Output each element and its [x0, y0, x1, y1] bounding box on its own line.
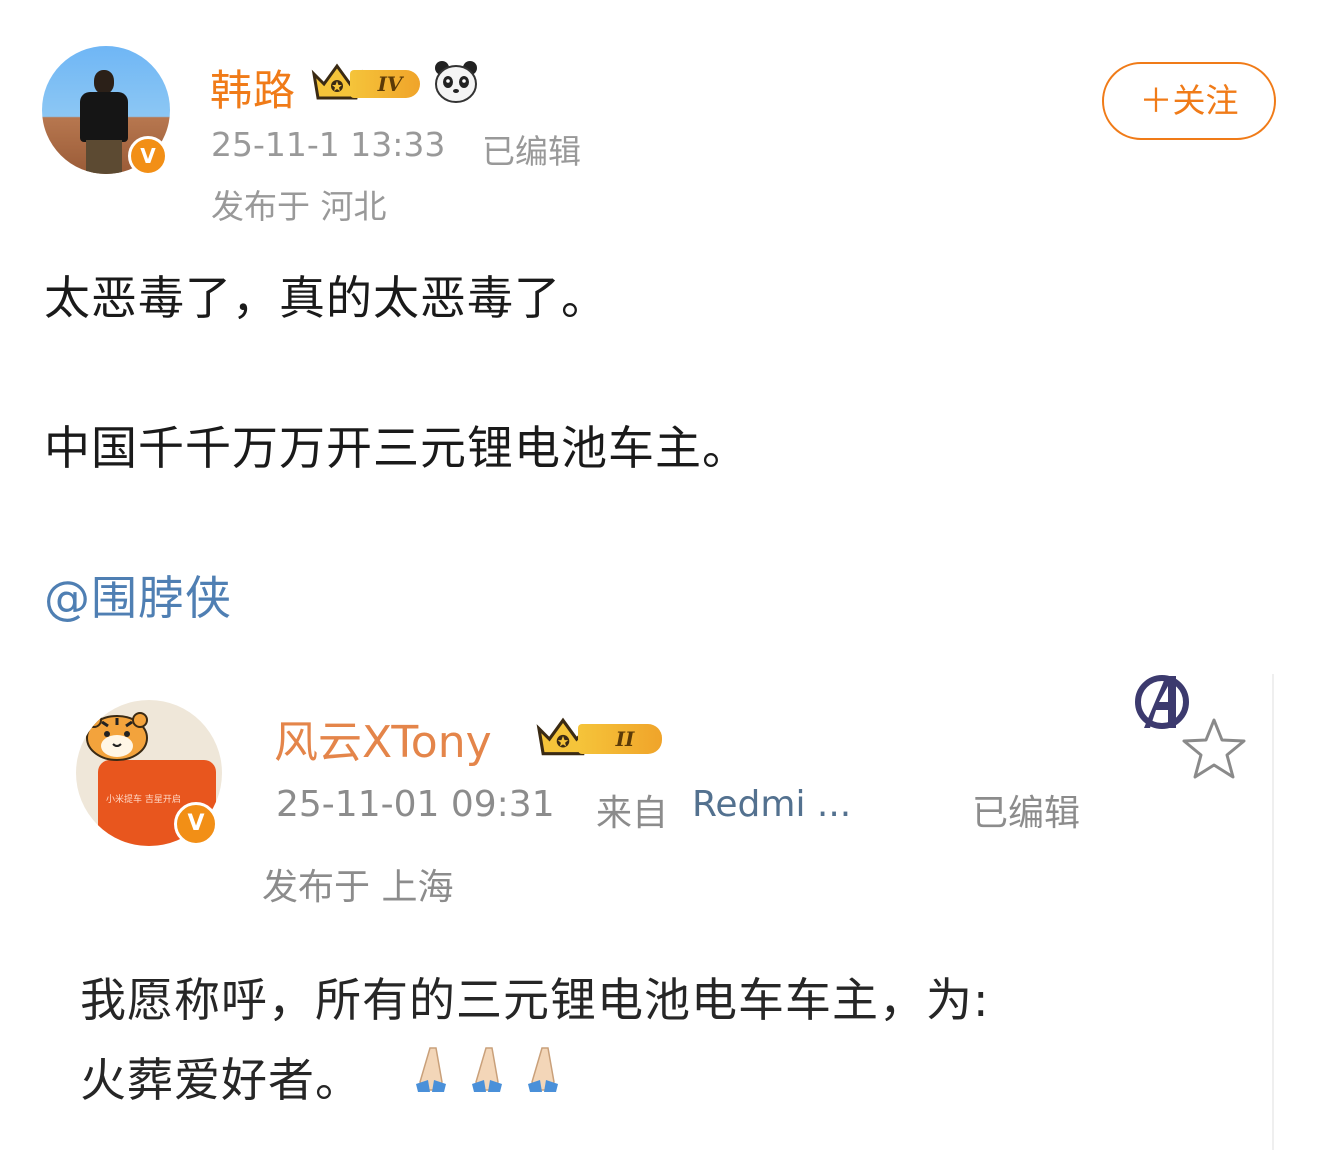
verified-badge-icon: V: [174, 802, 218, 846]
star-icon: [1182, 718, 1246, 779]
mention-link[interactable]: @围脖侠: [44, 562, 232, 628]
embedded-author-name: 风云XTony: [274, 717, 492, 768]
post-edited-label[interactable]: 已编辑: [482, 125, 581, 173]
author-name[interactable]: 韩路: [210, 57, 296, 118]
embedded-timestamp: 25-11-01 09:31: [276, 784, 555, 825]
member-level-label: II: [578, 724, 662, 754]
member-level-label: IV: [350, 70, 420, 98]
post-timestamp: 25-11-1 13:33: [211, 125, 446, 164]
embedded-source: Redmi ...: [692, 784, 852, 825]
post-text-line: 中国千千万万开三元锂电池车主。: [44, 421, 749, 475]
embedded-post-image[interactable]: 小米提车 吉星开启 V 风云XTony II 25-11-01 09:31 来自…: [62, 674, 1274, 1150]
praying-hands-icon: [416, 1047, 558, 1092]
embedded-source-label: 来自: [596, 793, 669, 834]
tiger-icon: [86, 712, 148, 761]
avatar-person-figure: [80, 70, 128, 174]
embedded-member-level-badge: II: [534, 714, 666, 758]
post-text-line: 太恶毒了，真的太恶毒了。: [44, 271, 608, 325]
embedded-location: 发布于 上海: [262, 867, 454, 908]
avatar-box-text: 小米提车 吉星开启: [106, 795, 181, 805]
verified-badge-icon: V: [128, 136, 168, 176]
panda-icon: [435, 61, 477, 103]
embedded-edited-label: 已编辑: [972, 793, 1081, 834]
follow-button[interactable]: ＋关注: [1102, 62, 1276, 140]
post-location: 发布于 河北: [211, 187, 387, 226]
member-level-badge[interactable]: IV: [310, 60, 428, 104]
embedded-text-line: 火葬爱好者。: [80, 1053, 362, 1107]
embedded-text-line: 我愿称呼，所有的三元锂电池电车车主，为:: [80, 973, 990, 1027]
